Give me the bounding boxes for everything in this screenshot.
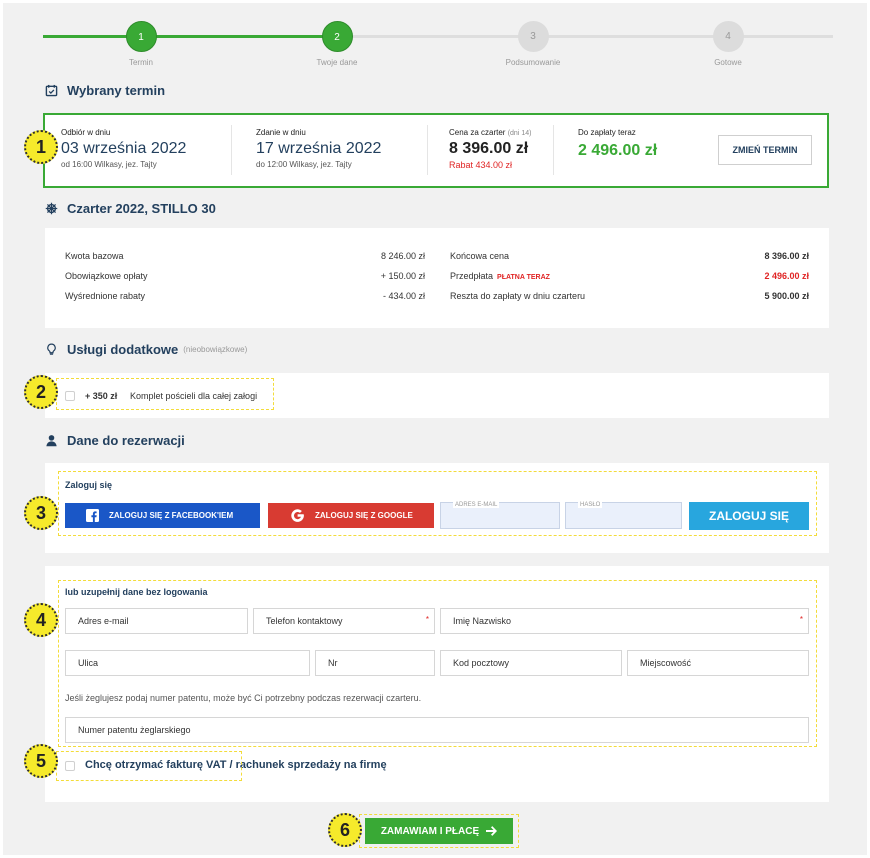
charter-discount: Rabat 434.00 zł [449, 160, 513, 170]
return-label: Zdanie w dniu [256, 128, 306, 137]
order-and-pay-label: ZAMAWIAM I PŁACĘ [380, 825, 480, 837]
section-title-text: Wybrany termin [67, 83, 166, 98]
step-gotowe: 4 Gotowe [678, 21, 778, 67]
highlight-box [56, 378, 274, 410]
step-label: Gotowe [714, 58, 742, 67]
section-title-services: Usługi dodatkowe (nieobowiązkowe) [45, 342, 247, 357]
calendar-check-icon [45, 84, 58, 97]
step-marker-4: 4 [24, 603, 58, 637]
pickup-info: Odbiór w dniu 03 września 2022 od 16:00 … [61, 128, 186, 169]
lightbulb-icon [47, 343, 56, 355]
step-marker-6: 6 [328, 813, 362, 847]
charter-days: (dni 14) [507, 130, 532, 137]
arrow-right-icon [486, 826, 498, 836]
progress-stepper: 1 Termin 2 Twoje dane 3 Podsumowanie 4 G… [43, 19, 833, 74]
summary-value: - 434.00 zł [382, 291, 425, 301]
change-term-button[interactable]: ZMIEŃ TERMIN [718, 135, 812, 165]
section-title-text: Dane do rezerwacji [67, 433, 185, 448]
step-podsumowanie: 3 Podsumowanie [483, 21, 583, 67]
services-note: (nieobowiązkowe) [183, 345, 248, 354]
step-marker-5: 5 [24, 744, 58, 778]
section-title-term: Wybrany termin [45, 83, 165, 98]
charter-summary-card: Kwota bazowa 8 246.00 zł Obowiązkowe opł… [45, 228, 829, 328]
step-twoje-dane[interactable]: 2 Twoje dane [287, 21, 387, 67]
section-title-charter: Czarter 2022, STILLO 30 [45, 201, 216, 216]
charter-price-label: Cena za czarter (dni 14) [449, 128, 532, 137]
summary-label: Obowiązkowe opłaty [65, 271, 148, 281]
divider [427, 125, 428, 175]
section-title-text: Usługi dodatkowe [67, 342, 179, 357]
summary-label: Wyśrednione rabaty [65, 291, 145, 301]
summary-label: Kwota bazowa [65, 251, 124, 261]
step-marker-2: 2 [24, 375, 58, 409]
summary-label: Reszta do zapłaty w dniu czarteru [450, 291, 586, 301]
section-title-reservation: Dane do rezerwacji [45, 433, 185, 448]
step-circle: 4 [712, 21, 744, 52]
charter-price-info: Cena za czarter (dni 14) 8 396.00 zł Rab… [449, 128, 531, 170]
return-detail: do 12:00 Wilkasy, jez. Tajty [256, 160, 352, 169]
selected-term-card: Odbiór w dniu 03 września 2022 od 16:00 … [43, 113, 829, 188]
charter-price-value: 8 396.00 zł [449, 140, 529, 157]
step-label: Podsumowanie [505, 58, 561, 67]
return-info: Zdanie w dniu 17 września 2022 do 12:00 … [256, 128, 381, 169]
step-circle: 3 [517, 21, 549, 52]
highlight-box [58, 580, 817, 747]
return-date: 17 września 2022 [256, 140, 382, 157]
page: 1 Termin 2 Twoje dane 3 Podsumowanie 4 G… [3, 3, 867, 855]
pay-now-value: 2 496.00 zł [578, 142, 658, 159]
pickup-date: 03 września 2022 [61, 140, 187, 157]
summary-value: 5 900.00 zł [764, 291, 809, 301]
divider [553, 125, 554, 175]
summary-value: 8 246.00 zł [380, 251, 425, 261]
pickup-detail: od 16:00 Wilkasy, jez. Tajty [61, 160, 157, 169]
section-title-text: Czarter 2022, STILLO 30 [67, 201, 216, 216]
summary-value: + 150.00 zł [380, 271, 425, 281]
order-and-pay-button[interactable]: ZAMAWIAM I PŁACĘ [365, 818, 513, 844]
summary-label: Przedpłata PŁATNA TERAZ [450, 271, 550, 281]
pay-now-label: Do zapłaty teraz [578, 128, 636, 137]
step-circle: 1 [125, 21, 157, 52]
step-label: Twoje dane [316, 58, 358, 67]
step-marker-1: 1 [24, 130, 58, 164]
pickup-label: Odbiór w dniu [61, 128, 111, 137]
divider [231, 125, 232, 175]
summary-value: 2 496.00 zł [764, 271, 809, 281]
pay-now-badge: PŁATNA TERAZ [497, 274, 550, 281]
step-marker-3: 3 [24, 496, 58, 530]
summary-value: 8 396.00 zł [764, 251, 809, 261]
step-circle: 2 [321, 21, 353, 52]
ship-wheel-icon [45, 202, 58, 215]
pay-now-info: Do zapłaty teraz 2 496.00 zł [578, 128, 657, 160]
highlight-box [56, 751, 242, 781]
summary-label: Końcowa cena [450, 251, 510, 261]
user-icon [46, 435, 57, 447]
step-label: Termin [128, 58, 153, 67]
step-termin[interactable]: 1 Termin [91, 21, 191, 67]
highlight-box [58, 471, 817, 536]
